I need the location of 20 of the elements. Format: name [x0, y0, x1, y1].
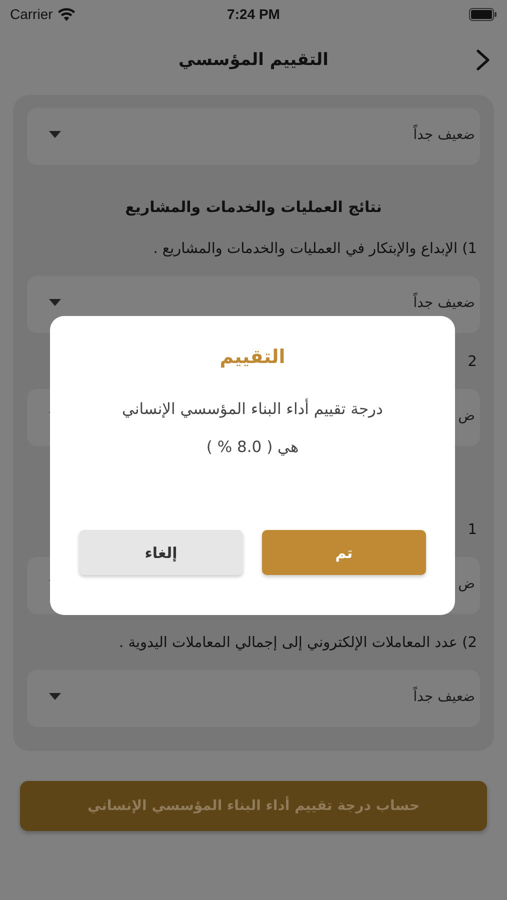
question-text: 1 [468, 521, 478, 540]
wifi-icon [58, 8, 75, 20]
caret-icon [49, 693, 61, 700]
rating-dropdown[interactable]: ضعيف جداً [27, 670, 480, 727]
clock-time: 7:24 PM [227, 6, 280, 22]
calculate-button[interactable]: حساب درجة تقييم أداء البناء المؤسسي الإنساني [20, 781, 487, 831]
question-text: 2) عدد المعاملات الإلكتروني إلى إجمالي المعاملات اليدوية . [118, 634, 478, 653]
dialog-message: درجة تقييم أداء البناء المؤسسي الإنساني هي ( 8.0 % ) [121, 398, 384, 458]
carrier-label: Carrier [10, 6, 53, 22]
confirm-button[interactable]: تم [262, 530, 426, 575]
cancel-button[interactable]: إلغاء [79, 530, 243, 575]
question-text: 1) الإبداع والإبتكار في العمليات والخدمات والمشاريع . [153, 240, 478, 259]
section-heading: نتائج العمليات والخدمات والمشاريع [125, 198, 382, 216]
question-text: 2 [468, 353, 478, 372]
screen-title: التقييم المؤسسي [178, 50, 328, 70]
dialog-title: التقييم [220, 346, 286, 368]
rating-dropdown[interactable]: ضعيف جداً [27, 108, 480, 165]
caret-icon [49, 131, 61, 138]
caret-icon [49, 299, 61, 306]
battery-icon [468, 8, 497, 20]
